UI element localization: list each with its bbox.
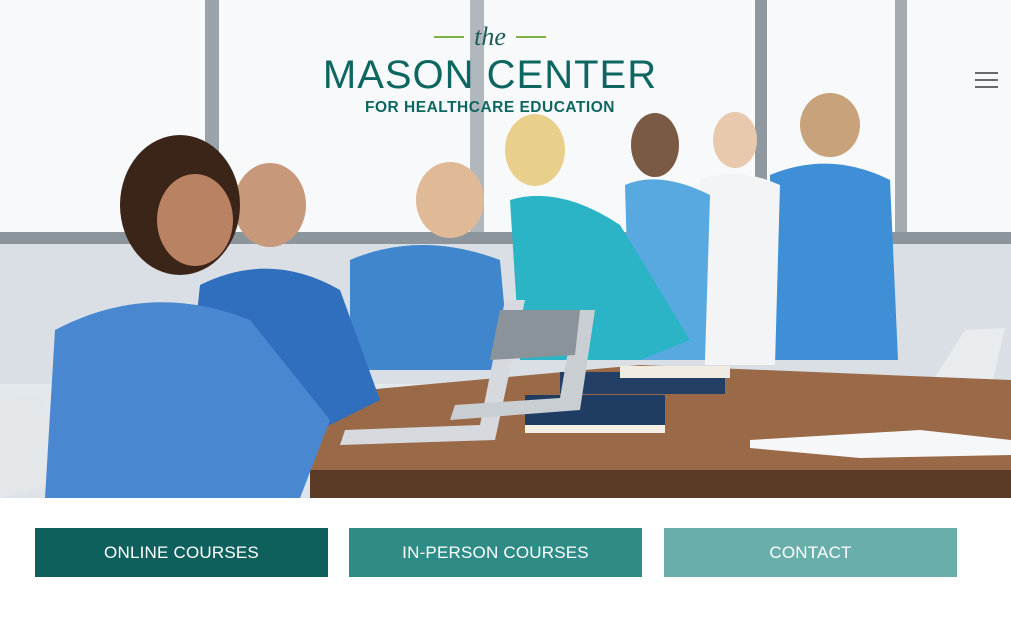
online-courses-button[interactable]: ONLINE COURSES [35, 528, 328, 577]
site-logo[interactable]: the MASON CENTER FOR HEALTHCARE EDUCATIO… [300, 22, 680, 122]
logo-title: MASON CENTER [322, 53, 658, 97]
logo-the-row: the [300, 22, 680, 52]
logo-right-rule [515, 36, 546, 38]
menu-bar-top [975, 72, 998, 74]
hamburger-menu-icon[interactable] [972, 68, 1000, 92]
menu-bar-bottom [975, 86, 998, 88]
contact-button[interactable]: CONTACT [664, 528, 957, 577]
in-person-courses-button[interactable]: IN-PERSON COURSES [349, 528, 642, 577]
logo-left-rule [434, 36, 465, 38]
menu-bar-middle [975, 79, 998, 81]
logo-subtitle: FOR HEALTHCARE EDUCATION [365, 99, 615, 116]
hero-image: the MASON CENTER FOR HEALTHCARE EDUCATIO… [0, 0, 1011, 498]
logo-the-text: the [474, 22, 506, 51]
